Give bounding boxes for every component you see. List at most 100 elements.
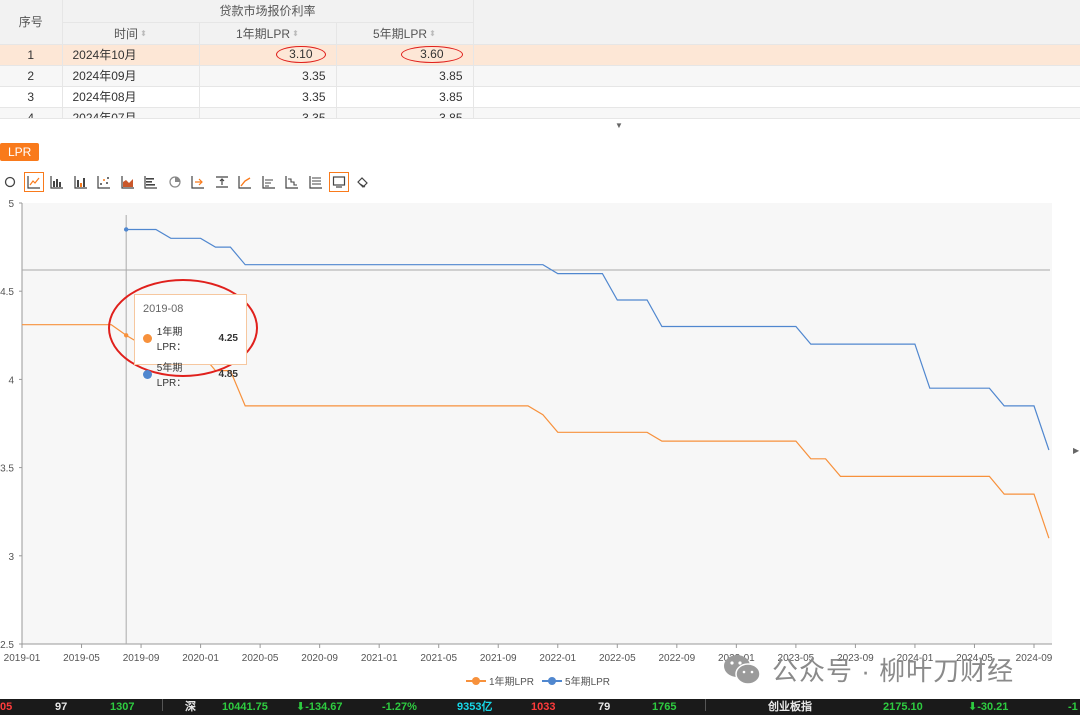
tooltip-row: 1年期LPR： 4.25 (143, 323, 238, 353)
sort-icon[interactable]: ⬍ (429, 30, 436, 38)
cell-index: 2 (0, 65, 63, 87)
x-tick-label: 2022-09 (658, 653, 695, 664)
legend-marker-icon (542, 676, 563, 686)
lpr-data-table: 序号 贷款市场报价利率 时间 ⬍ 1年期LPR ⬍ 5年期LPR ⬍ 1 2024年1… (0, 0, 1080, 118)
chart-svg: 2.5 3 3.5 4 4.5 5 2019-01 2019-05 2019-09 2020-01… (0, 199, 1053, 664)
col-header-1y-lpr[interactable]: 1年期LPR ⬍ (199, 22, 337, 45)
tooltip-title: 2019-08 (143, 303, 184, 315)
watermark-text: 公众号 · 柳叶刀财经 (772, 656, 1015, 686)
chart-legend: 1年期LPR 5年期LPR (466, 673, 618, 688)
ticker-item: 1765 (652, 701, 677, 713)
table-row[interactable]: 1 2024年10月 3.10 3.60 (0, 44, 1080, 66)
sort-icon[interactable]: ⬍ (292, 30, 299, 38)
stacked-line-icon[interactable] (259, 172, 279, 192)
col-header-index: 序号 (0, 0, 63, 45)
pie-chart-icon[interactable] (165, 172, 185, 192)
cell-5y-lpr: 3.85 (336, 107, 474, 118)
tooltip-label: 1年期LPR： (156, 327, 187, 353)
ticker-item: ⬇-30.21 (968, 701, 1009, 713)
plot-area (22, 203, 1052, 644)
y-tick-label: 2.5 (0, 640, 14, 651)
x-tick-label: 2022-05 (599, 653, 636, 664)
trend-icon[interactable] (235, 172, 255, 192)
cell-5y-lpr: 3.60 (336, 44, 474, 66)
x-tick-label: 2019-05 (63, 653, 100, 664)
ticker-item: 深 (185, 701, 196, 713)
table-row[interactable]: 3 2024年08月 3.35 3.85 (0, 86, 1080, 108)
cell-1y-lpr: 3.10 (199, 44, 337, 66)
col-group-header: 贷款市场报价利率 (62, 0, 474, 23)
y-tick-label: 3.5 (0, 464, 14, 475)
cell-index: 1 (0, 44, 63, 66)
x-tick-label: 2021-01 (361, 653, 398, 664)
col-header-time[interactable]: 时间 ⬍ (62, 22, 200, 45)
ticker-item: 9353亿 (457, 701, 493, 713)
bar-chart-icon[interactable] (47, 172, 67, 192)
cell-5y-lpr: 3.85 (336, 65, 474, 87)
export-icon[interactable] (188, 172, 208, 192)
legend-label: 1年期LPR (489, 677, 535, 688)
x-tick-label: 2021-05 (420, 653, 457, 664)
x-tick-label: 2022-01 (539, 653, 576, 664)
ticker-item: 创业板指 (768, 701, 812, 713)
ticker-item: 10441.75 (222, 701, 268, 713)
table-row[interactable]: 4 2024年07月 3.35 3.85 (0, 107, 1080, 118)
row-fill (473, 65, 1080, 87)
y-tick-label: 5 (8, 199, 14, 210)
ticker-item: 1307 (110, 701, 135, 713)
step-line-icon[interactable] (282, 172, 302, 192)
ticker-item: 97 (55, 701, 68, 713)
list-icon[interactable] (306, 172, 326, 192)
watermark: 公众号 · 柳叶刀财经 (722, 651, 1014, 688)
area-chart-icon[interactable] (118, 172, 138, 192)
cell-1y-lpr: 3.35 (199, 65, 337, 87)
reset-icon[interactable] (0, 172, 20, 192)
col-header-5y-lpr[interactable]: 5年期LPR ⬍ (336, 22, 474, 45)
x-tick-label: 2024-09 (1016, 653, 1053, 664)
row-fill (473, 107, 1080, 118)
sort-icon[interactable]: ⬍ (140, 30, 147, 38)
series-dot-icon (143, 333, 152, 343)
panel-splitter[interactable]: ▼ (0, 118, 1080, 136)
data-view-icon[interactable] (329, 172, 349, 192)
legend-item-5y[interactable]: 5年期LPR (542, 673, 610, 688)
clear-icon[interactable] (353, 172, 373, 192)
x-tick-label: 2019-09 (123, 653, 160, 664)
x-tick-label: 2019-01 (4, 653, 41, 664)
grouped-bar-icon[interactable] (71, 172, 91, 192)
cell-index: 4 (0, 107, 63, 118)
tooltip-label: 5年期LPR： (156, 363, 187, 389)
divider (705, 699, 706, 711)
table-row[interactable]: 2 2024年09月 3.35 3.85 (0, 65, 1080, 87)
tooltip-value: 4.25 (218, 332, 238, 344)
legend-marker-icon (466, 676, 486, 686)
legend-item-1y[interactable]: 1年期LPR (466, 673, 534, 688)
cell-1y-lpr: 3.35 (199, 107, 337, 118)
line-chart-icon[interactable] (23, 172, 44, 192)
x-tick-label: 2021-09 (480, 653, 517, 664)
cell-index: 3 (0, 86, 63, 108)
horizontal-bar-icon[interactable] (141, 172, 161, 192)
hover-point (123, 227, 129, 232)
row-fill (473, 86, 1080, 108)
col-header-1y-label: 1年期LPR (235, 26, 291, 41)
chart-toolbar (0, 172, 376, 192)
col-header-5y-label: 5年期LPR (372, 26, 428, 41)
tab-lpr[interactable]: LPR (0, 143, 40, 161)
y-tick-label: 4.5 (0, 287, 14, 298)
scatter-icon[interactable] (94, 172, 114, 192)
column-up-icon[interactable] (212, 172, 232, 192)
collapse-arrow-icon[interactable]: ▼ (615, 121, 623, 130)
expand-arrow-icon[interactable]: ▶ (1073, 446, 1079, 455)
cell-1y-lpr: 3.35 (199, 86, 337, 108)
ticker-item: -1.27% (382, 701, 417, 713)
ticker-item: ⬇-134.67 (296, 701, 343, 713)
wechat-icon (724, 654, 761, 685)
cell-time: 2024年07月 (62, 107, 200, 118)
lpr-line-chart[interactable]: 2.5 3 3.5 4 4.5 5 2019-01 2019-05 2019-09 2020-01… (0, 198, 1080, 695)
row-fill (473, 44, 1080, 66)
y-tick-label: 4 (8, 375, 14, 386)
x-tick-label: 2020-09 (301, 653, 338, 664)
divider (162, 699, 163, 711)
x-tick-label: 2020-05 (242, 653, 279, 664)
